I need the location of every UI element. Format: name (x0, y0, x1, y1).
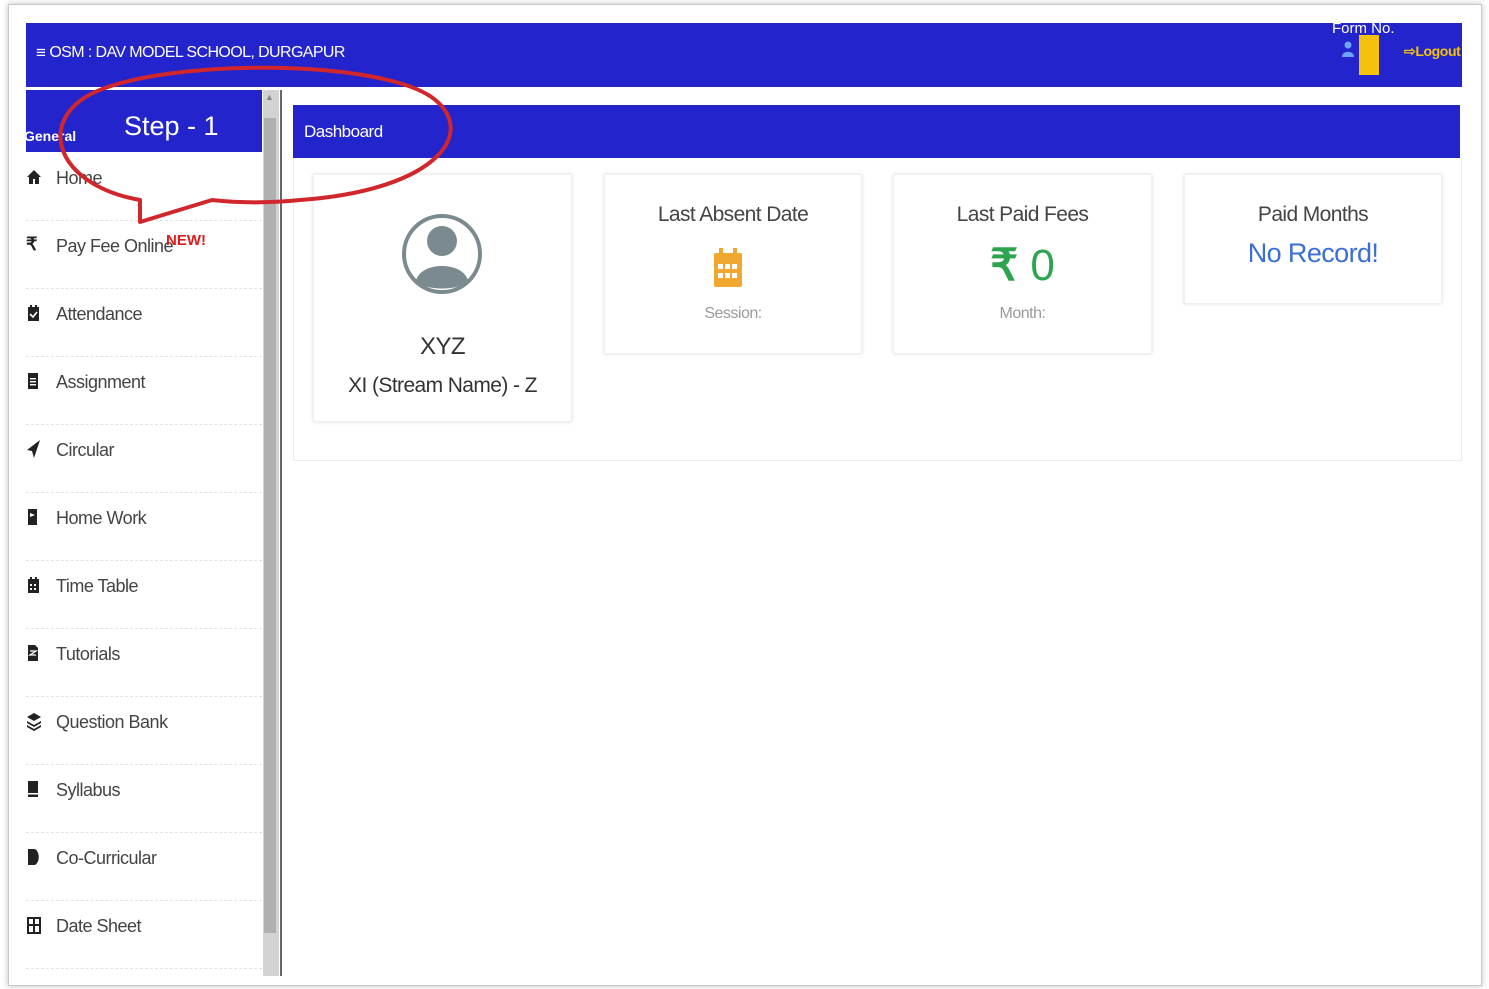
sidebar-item-label: Attendance (56, 304, 143, 324)
stack-icon (27, 713, 41, 731)
rupee-icon: ₹ (990, 241, 1019, 290)
dashboard-title: Dashboard (304, 122, 383, 141)
sidebar-item-label: Time Table (56, 576, 139, 596)
calendar-icon (714, 248, 742, 287)
sidebar-item-question-bank[interactable]: Question Bank (26, 696, 262, 765)
logout-button[interactable]: ⇨Logout (1404, 43, 1461, 60)
sidebar-item-tutorials[interactable]: Tutorials (26, 628, 262, 697)
sidebar-item-label: Question Bank (56, 712, 168, 732)
fees-value: 0 (1030, 241, 1055, 290)
last-absent-card: Last Absent Date Session: (604, 174, 862, 354)
sidebar-item-label: Date Sheet (56, 916, 142, 936)
fees-amount: ₹ 0 (894, 240, 1151, 291)
sidebar-item-co-curricular[interactable]: Co-Curricular (26, 832, 262, 901)
paid-months-title: Paid Months (1257, 203, 1369, 226)
no-record-text: No Record! (1247, 238, 1379, 268)
session-label: Session: (704, 305, 762, 322)
sidebar-item-label: Home Work (56, 508, 147, 528)
paper-plane-icon (27, 440, 40, 458)
file-icon (27, 645, 39, 661)
logout-label: Logout (1415, 43, 1461, 59)
sidebar-item-home[interactable]: Home (26, 152, 262, 221)
sidebar-item-label: Assignment (56, 372, 146, 392)
new-badge: NEW! (166, 232, 206, 249)
sidebar-item-label: Home (56, 168, 103, 188)
sidebar-item-label: Syllabus (56, 780, 121, 800)
book-open-icon (28, 781, 38, 797)
last-paid-fees-title: Last Paid Fees (956, 203, 1089, 226)
palette-icon (28, 849, 39, 865)
step-annotation-label: Step - 1 (124, 111, 219, 141)
sidebar-item-time-table[interactable]: Time Table (26, 560, 262, 629)
sidebar-item-circular[interactable]: Circular (26, 424, 262, 493)
sidebar-item-date-sheet[interactable]: Date Sheet (26, 900, 262, 969)
logout-icon: ⇨ (1404, 43, 1416, 59)
form-no-highlight (1359, 35, 1379, 75)
sidebar-item-attendance[interactable]: Attendance (26, 288, 262, 357)
user-icon[interactable] (1342, 41, 1354, 57)
hamburger-icon: ≡ (36, 43, 46, 62)
sidebar-header: General Step - 1 (26, 90, 262, 152)
sidebar: General Step - 1 Home ₹ Pay Fee Online N… (26, 90, 263, 976)
sidebar-divider (280, 90, 282, 976)
sidebar-item-label: Pay Fee Online (56, 236, 174, 256)
menu-toggle[interactable]: ≡ OSM : DAV MODEL SCHOOL, DURGAPUR (36, 44, 345, 62)
sidebar-item-label: Tutorials (56, 644, 120, 664)
file-text-icon (28, 373, 38, 389)
sidebar-section-label: General (26, 128, 77, 144)
sidebar-item-assignment[interactable]: Assignment (26, 356, 262, 425)
avatar-icon (402, 214, 482, 294)
calendar-check-icon (28, 305, 39, 321)
sidebar-item-home-work[interactable]: Home Work (26, 492, 262, 561)
rupee-icon: ₹ (26, 234, 38, 254)
book-icon (28, 509, 37, 525)
scroll-up-arrow-icon[interactable]: ▲ (265, 92, 274, 102)
sidebar-item-label: Co-Curricular (56, 848, 157, 868)
home-icon (27, 170, 41, 184)
paid-months-card: Paid Months No Record! (1184, 174, 1442, 304)
student-name: XYZ (420, 333, 465, 360)
dashboard-header: Dashboard (293, 105, 1460, 158)
calendar-icon (28, 577, 39, 593)
sidebar-scrollbar-thumb[interactable] (264, 118, 276, 933)
sidebar-item-syllabus[interactable]: Syllabus (26, 764, 262, 833)
sidebar-item-pay-fee-online[interactable]: ₹ Pay Fee Online NEW! (26, 220, 262, 289)
month-label: Month: (999, 305, 1046, 322)
sidebar-item-label: Circular (56, 440, 115, 460)
profile-card: XYZ XI (Stream Name) - Z (313, 174, 572, 422)
last-paid-fees-card: Last Paid Fees ₹ 0 Month: (893, 174, 1152, 354)
top-navbar: ≡ OSM : DAV MODEL SCHOOL, DURGAPUR Form … (26, 20, 1462, 87)
student-class: XI (Stream Name) - Z (348, 374, 537, 397)
table-icon (27, 917, 41, 934)
app-title: OSM : DAV MODEL SCHOOL, DURGAPUR (49, 44, 345, 61)
last-absent-title: Last Absent Date (657, 203, 809, 226)
